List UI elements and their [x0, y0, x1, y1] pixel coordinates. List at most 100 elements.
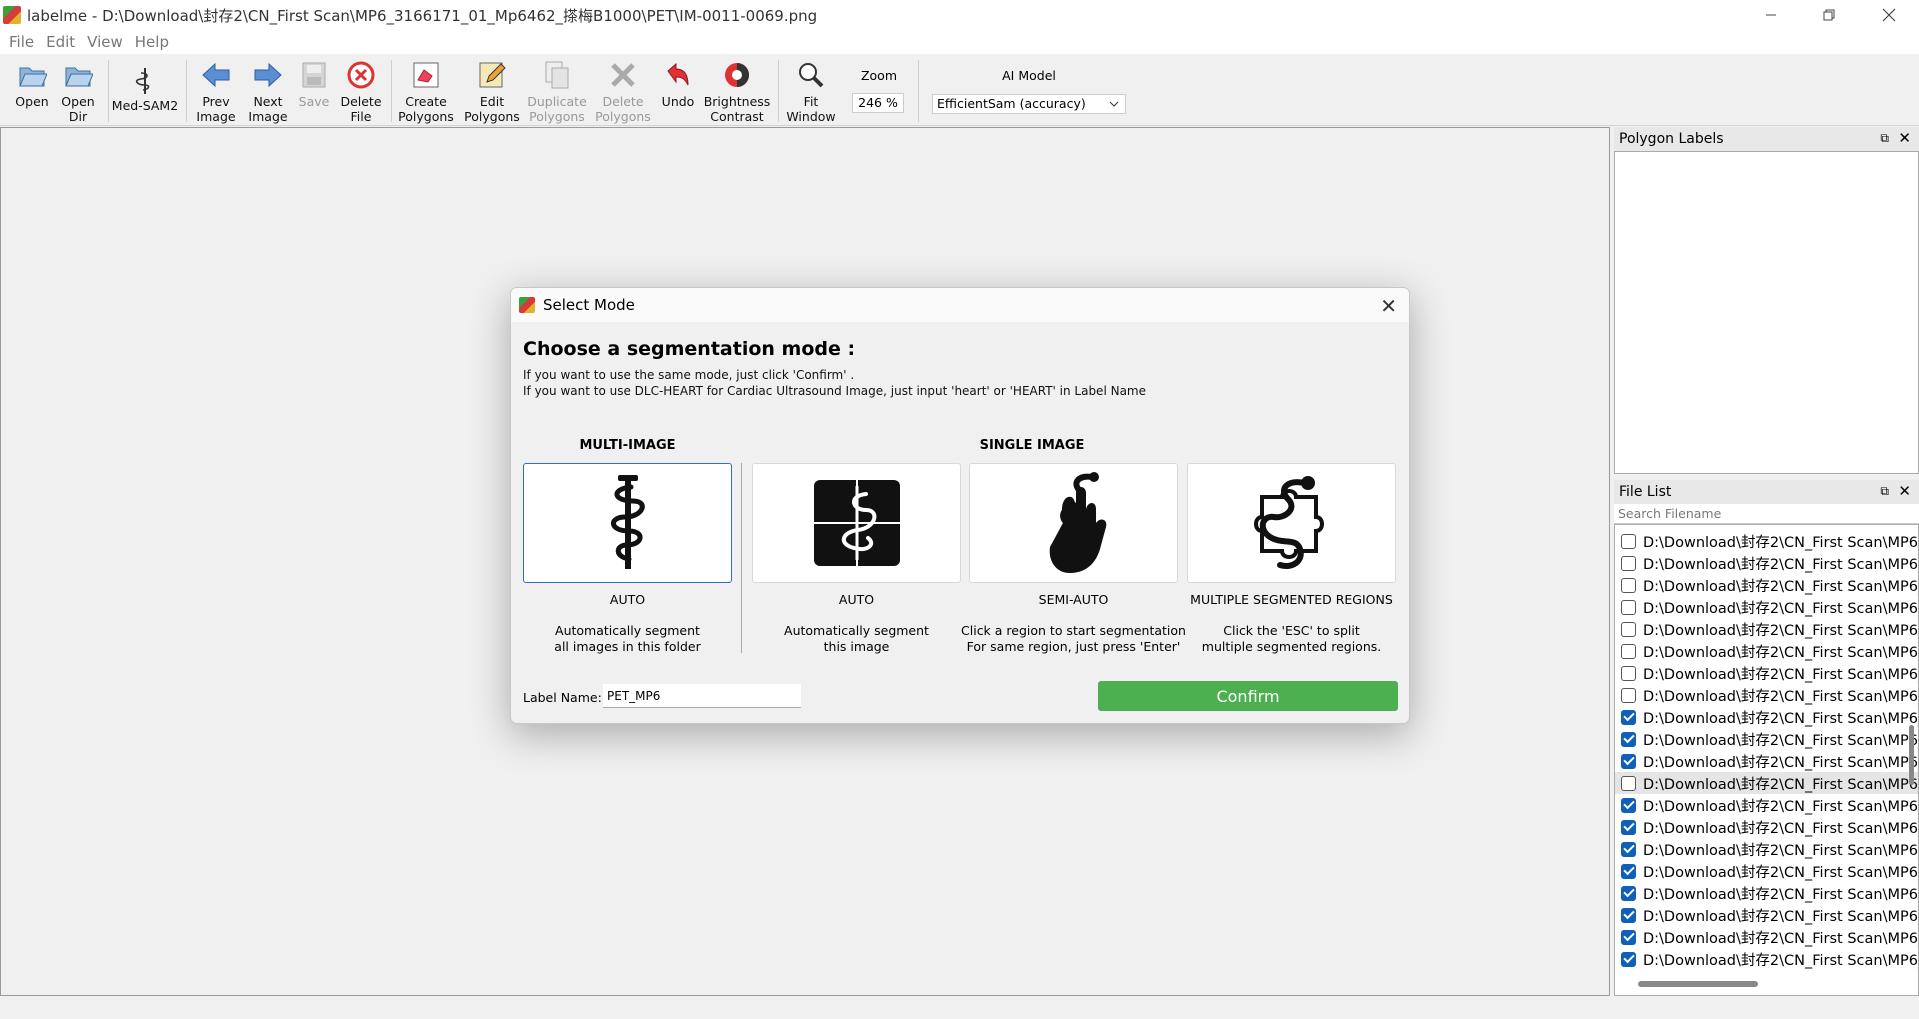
close-dock-icon[interactable]: ✕ — [1898, 482, 1911, 500]
file-list-item[interactable]: D:\Download\封存2\CN_First Scan\MP6_ — [1615, 750, 1918, 772]
file-checkbox[interactable] — [1621, 621, 1636, 637]
file-list-item[interactable]: D:\Download\封存2\CN_First Scan\MP6_ — [1615, 706, 1918, 728]
next-image-button[interactable]: Next Image — [242, 58, 294, 124]
close-dock-icon[interactable]: ✕ — [1898, 129, 1911, 147]
menu-view[interactable]: View — [87, 33, 123, 51]
med-sam2-button[interactable]: Med-SAM2 — [110, 66, 180, 113]
close-window-button[interactable] — [1859, 0, 1919, 30]
file-checkbox[interactable] — [1621, 599, 1636, 615]
file-list-item[interactable]: D:\Download\封存2\CN_First Scan\MP6_ — [1615, 926, 1918, 948]
edit-polygons-button[interactable]: Edit Polygons — [462, 58, 522, 124]
open-dir-label: Open Dir — [61, 94, 95, 124]
ai-model-label: AI Model — [1002, 68, 1056, 83]
file-checkbox[interactable] — [1621, 643, 1636, 659]
file-path: D:\Download\封存2\CN_First Scan\MP6_ — [1643, 644, 1918, 661]
file-checkbox[interactable] — [1621, 775, 1636, 791]
select-mode-dialog: Select Mode ✕ Choose a segmentation mode… — [510, 287, 1410, 724]
duplicate-polygons-button[interactable]: Duplicate Polygons — [526, 58, 588, 124]
file-checkbox[interactable] — [1621, 907, 1636, 923]
file-checkbox[interactable] — [1621, 709, 1636, 725]
file-list-item[interactable]: D:\Download\封存2\CN_First Scan\MP6_ — [1615, 882, 1918, 904]
file-list[interactable]: D:\Download\封存2\CN_First Scan\MP6_ D:\Dow… — [1614, 524, 1919, 996]
file-checkbox[interactable] — [1621, 863, 1636, 879]
file-checkbox[interactable] — [1621, 753, 1636, 769]
horizontal-scrollbar[interactable] — [1638, 981, 1758, 987]
mode-single-auto-description: Automatically segment this image — [784, 623, 929, 654]
file-list-item[interactable]: D:\Download\封存2\CN_First Scan\MP6_ — [1615, 574, 1918, 596]
menu-edit[interactable]: Edit — [46, 33, 75, 51]
dialog-instruction-2: If you want to use DLC-HEART for Cardiac… — [523, 384, 1146, 398]
polygon-labels-list[interactable] — [1614, 151, 1919, 474]
open-button[interactable]: Open — [8, 58, 56, 109]
file-list-item[interactable]: D:\Download\封存2\CN_First Scan\MP6_ — [1615, 948, 1918, 970]
file-list-item[interactable]: D:\Download\封存2\CN_First Scan\MP6_ — [1615, 596, 1918, 618]
ai-model-select[interactable]: EfficientSam (accuracy) — [932, 94, 1126, 114]
mode-single-auto-button[interactable] — [752, 463, 961, 583]
file-list-item[interactable]: D:\Download\封存2\CN_First Scan\MP6_ — [1615, 640, 1918, 662]
file-list-item[interactable]: D:\Download\封存2\CN_First Scan\MP6_ — [1615, 530, 1918, 552]
delete-file-button[interactable]: Delete File — [336, 58, 386, 124]
file-checkbox[interactable] — [1621, 951, 1636, 967]
save-button[interactable]: Save — [294, 58, 334, 109]
file-checkbox[interactable] — [1621, 929, 1636, 945]
brightness-contrast-button[interactable]: Brightness Contrast — [702, 58, 772, 124]
toolbar-separator — [391, 60, 392, 122]
search-filename-input[interactable]: Search Filename — [1614, 504, 1919, 524]
file-checkbox[interactable] — [1621, 555, 1636, 571]
file-list-item[interactable]: D:\Download\封存2\CN_First Scan\MP6_ — [1615, 860, 1918, 882]
file-list-item[interactable]: D:\Download\封存2\CN_First Scan\MP6_ — [1615, 904, 1918, 926]
file-checkbox[interactable] — [1621, 533, 1636, 549]
mode-multi-auto-button[interactable] — [523, 463, 732, 583]
file-list-item[interactable]: D:\Download\封存2\CN_First Scan\MP6_ — [1615, 728, 1918, 750]
confirm-button[interactable]: Confirm — [1098, 681, 1398, 711]
file-checkbox[interactable] — [1621, 885, 1636, 901]
file-list-item[interactable]: D:\Download\封存2\CN_First Scan\MP6_ — [1615, 816, 1918, 838]
file-list-item[interactable]: D:\Download\封存2\CN_First Scan\MP6_ — [1615, 772, 1918, 794]
mode-multi-auto-description: Automatically segment all images in this… — [554, 623, 701, 654]
mode-multiple-regions-button[interactable] — [1187, 463, 1396, 583]
create-polygons-button[interactable]: Create Polygons — [396, 58, 456, 124]
file-checkbox[interactable] — [1621, 819, 1636, 835]
file-list-item[interactable]: D:\Download\封存2\CN_First Scan\MP6_ — [1615, 618, 1918, 640]
edit-pencil-icon — [462, 58, 522, 92]
puzzle-regions-snake-icon — [1253, 476, 1324, 569]
file-path: D:\Download\封存2\CN_First Scan\MP6_ — [1643, 930, 1918, 947]
file-list-item[interactable]: D:\Download\封存2\CN_First Scan\MP6_ — [1615, 662, 1918, 684]
open-dir-button[interactable]: Open Dir — [54, 58, 102, 124]
file-checkbox[interactable] — [1621, 731, 1636, 747]
file-list-item[interactable]: D:\Download\封存2\CN_First Scan\MP6_ — [1615, 684, 1918, 706]
vertical-scrollbar[interactable] — [1909, 725, 1914, 785]
minimize-button[interactable] — [1741, 0, 1801, 30]
zoom-input[interactable]: 246 % — [852, 93, 904, 113]
mode-multiple-regions-description: Click the 'ESC' to split multiple segmen… — [1201, 623, 1382, 654]
menu-help[interactable]: Help — [135, 33, 169, 51]
file-list-item[interactable]: D:\Download\封存2\CN_First Scan\MP6_ — [1615, 794, 1918, 816]
file-checkbox[interactable] — [1621, 797, 1636, 813]
polygon-labels-header: Polygon Labels ⧉ ✕ — [1614, 127, 1919, 151]
menu-file[interactable]: File — [9, 33, 34, 51]
labelme-app-icon — [519, 297, 535, 313]
label-name-input[interactable] — [603, 684, 801, 708]
mode-semi-auto-button[interactable] — [969, 463, 1178, 583]
prev-image-button[interactable]: Prev Image — [190, 58, 242, 124]
window-title: labelme - D:\Download\封存2\CN_First Scan\… — [27, 6, 818, 25]
undo-icon — [658, 58, 698, 92]
restore-button[interactable] — [1799, 0, 1859, 30]
delete-polygons-button[interactable]: Delete Polygons — [594, 58, 652, 124]
float-dock-icon[interactable]: ⧉ — [1880, 131, 1889, 146]
file-checkbox[interactable] — [1621, 841, 1636, 857]
file-list-item[interactable]: D:\Download\封存2\CN_First Scan\MP6_ — [1615, 552, 1918, 574]
fit-window-button[interactable]: Fit Window — [784, 58, 838, 124]
brightness-contrast-icon — [702, 58, 772, 92]
float-dock-icon[interactable]: ⧉ — [1880, 484, 1889, 499]
arrow-left-icon — [190, 58, 242, 92]
dialog-close-icon[interactable]: ✕ — [1380, 294, 1397, 318]
file-checkbox[interactable] — [1621, 687, 1636, 703]
file-checkbox[interactable] — [1621, 577, 1636, 593]
undo-button[interactable]: Undo — [658, 58, 698, 109]
close-icon — [1882, 8, 1896, 22]
dialog-title-bar: Select Mode ✕ — [511, 288, 1409, 322]
toolbar-separator — [108, 60, 109, 122]
file-list-item[interactable]: D:\Download\封存2\CN_First Scan\MP6_ — [1615, 838, 1918, 860]
file-checkbox[interactable] — [1621, 665, 1636, 681]
